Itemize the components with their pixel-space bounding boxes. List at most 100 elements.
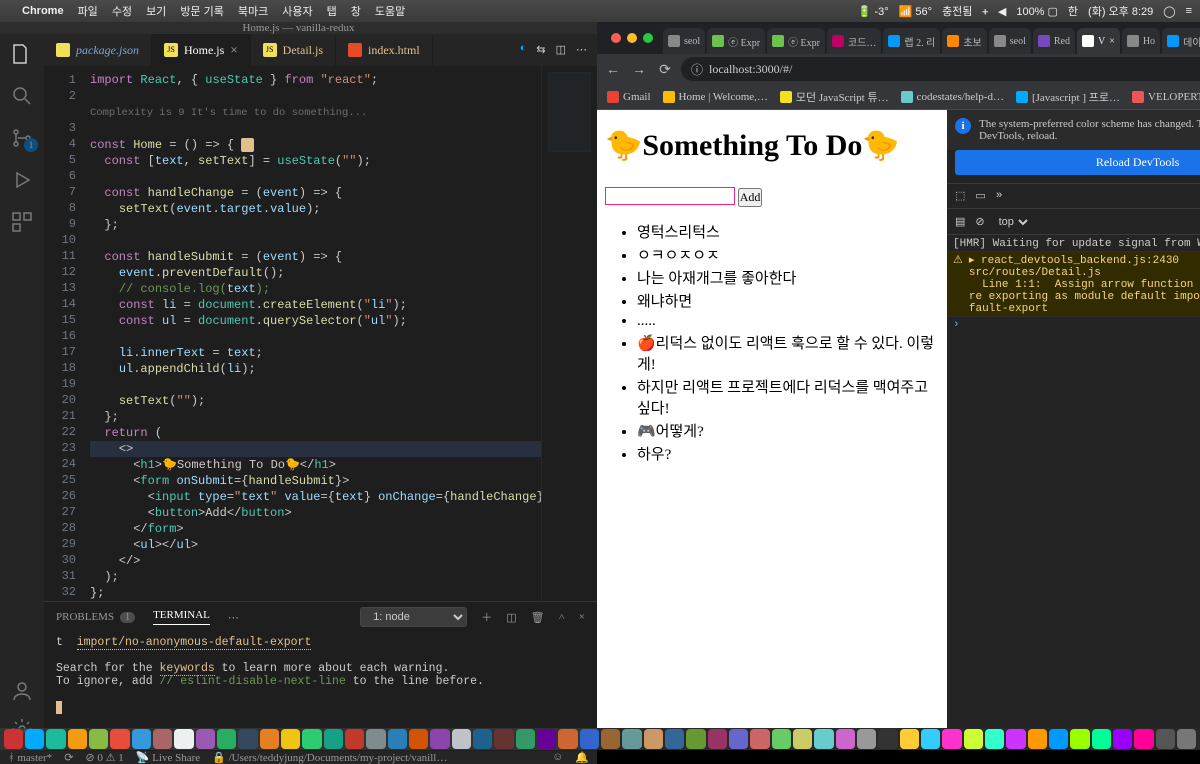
dock-app-icon[interactable] (900, 729, 919, 749)
trash-icon[interactable]: 🗑 (531, 611, 545, 624)
more-tabs-icon[interactable]: » (996, 190, 1003, 202)
tab-index-html[interactable]: index.html (336, 34, 433, 66)
problems-indicator[interactable]: ⊘ 0 ⚠ 1 (85, 751, 123, 764)
feedback-icon[interactable]: ☺ (552, 751, 563, 764)
dock-app-icon[interactable] (622, 729, 641, 749)
browser-tab[interactable]: seol (989, 28, 1031, 54)
dock-app-icon[interactable] (409, 729, 428, 749)
dock-app-icon[interactable] (1134, 729, 1153, 749)
dock-app-icon[interactable] (665, 729, 684, 749)
dock-app-icon[interactable] (1092, 729, 1111, 749)
close-icon[interactable]: × (579, 611, 585, 623)
tab-package-json[interactable]: package.json (44, 34, 152, 66)
dock-app-icon[interactable] (708, 729, 727, 749)
dock-app-icon[interactable] (921, 729, 940, 749)
reload-devtools-button[interactable]: Reload DevTools (955, 150, 1200, 175)
run-debug-icon[interactable] (10, 168, 34, 192)
address-bar[interactable]: ⓘ localhost:3000/#/ ☆ (681, 57, 1200, 81)
code-content[interactable]: import React, { useState } from "react";… (86, 66, 541, 601)
browser-tab[interactable]: Red (1033, 28, 1075, 54)
inspect-icon[interactable]: ⬚ (955, 189, 965, 203)
dock-app-icon[interactable] (174, 729, 193, 749)
git-branch[interactable]: ᚼ master* (8, 752, 52, 764)
dock-app-icon[interactable] (1070, 729, 1089, 749)
battery-indicator[interactable]: 100% ▢ (1016, 5, 1058, 18)
dock-app-icon[interactable] (601, 729, 620, 749)
bookmark-item[interactable]: Gmail (607, 91, 651, 103)
compare-icon[interactable]: ⇆ (536, 43, 545, 57)
close-window-icon[interactable] (611, 33, 621, 43)
menu-item[interactable]: 북마크 (238, 3, 268, 19)
dock-app-icon[interactable] (25, 729, 44, 749)
dock-app-icon[interactable] (772, 729, 791, 749)
forward-button[interactable]: → (629, 61, 649, 77)
menu-item[interactable]: 사용자 (282, 3, 312, 19)
dock-app-icon[interactable] (1113, 729, 1132, 749)
bookmark-item[interactable]: Home | Welcome,… (663, 91, 768, 103)
dock-app-icon[interactable] (537, 729, 556, 749)
dock-app-icon[interactable] (196, 729, 215, 749)
dock-app-icon[interactable] (281, 729, 300, 749)
more-icon[interactable]: ⋯ (228, 611, 239, 624)
todo-input[interactable] (605, 187, 735, 205)
problems-tab[interactable]: PROBLEMS1 (56, 611, 135, 623)
more-icon[interactable]: ⋯ (576, 43, 587, 57)
dock-app-icon[interactable] (366, 729, 385, 749)
dock-app-icon[interactable] (878, 729, 897, 749)
bell-icon[interactable]: 🔔 (575, 751, 589, 764)
menu-item[interactable]: 보기 (146, 3, 166, 19)
dock-app-icon[interactable] (516, 729, 535, 749)
chevron-up-icon[interactable]: ˄ (559, 611, 565, 623)
browser-tab[interactable]: ⓔ Expr (707, 28, 765, 54)
browser-tab[interactable]: seol (663, 28, 705, 54)
dock-app-icon[interactable] (68, 729, 87, 749)
dock-app-icon[interactable] (1049, 729, 1068, 749)
dock-app-icon[interactable] (260, 729, 279, 749)
console-prompt[interactable]: › (947, 317, 1200, 333)
dock-app-icon[interactable] (46, 729, 65, 749)
tab-detail-js[interactable]: JSDetail.js (251, 34, 336, 66)
console-output[interactable]: [HMR] Waiting for update signal from WDS… (947, 235, 1200, 728)
menu-item[interactable]: 방문 기록 (180, 3, 224, 19)
dock-app-icon[interactable] (793, 729, 812, 749)
toggle-icon[interactable]: ◐ (520, 43, 527, 57)
app-name[interactable]: Chrome (22, 5, 64, 17)
back-button[interactable]: ← (603, 61, 623, 77)
dock-app-icon[interactable] (750, 729, 769, 749)
dock-app-icon[interactable] (1177, 729, 1196, 749)
menu-item[interactable]: 도움말 (375, 3, 405, 19)
dock-app-icon[interactable] (345, 729, 364, 749)
account-icon[interactable] (10, 679, 34, 703)
dock-app-icon[interactable] (836, 729, 855, 749)
browser-tab[interactable]: Ho (1122, 28, 1160, 54)
dock-app-icon[interactable] (132, 729, 151, 749)
sync-icon[interactable]: ⟳ (64, 751, 73, 764)
dock-app-icon[interactable] (238, 729, 257, 749)
input-source[interactable]: 한 (1068, 3, 1078, 19)
search-icon[interactable] (10, 84, 34, 108)
zoom-window-icon[interactable] (643, 33, 653, 43)
dock-app-icon[interactable] (964, 729, 983, 749)
dock-app-icon[interactable] (580, 729, 599, 749)
dock-app-icon[interactable] (430, 729, 449, 749)
bookmark-item[interactable]: 모던 JavaScript 튜… (780, 89, 889, 105)
siri-icon[interactable]: ◯ (1163, 5, 1175, 18)
browser-tab[interactable]: 랩 2. 리 (883, 28, 940, 54)
dock-app-icon[interactable] (1156, 729, 1175, 749)
menu-item[interactable]: 수정 (112, 3, 132, 19)
explorer-icon[interactable] (10, 42, 34, 66)
terminal-select[interactable]: 1: node (360, 607, 467, 627)
dock-app-icon[interactable] (644, 729, 663, 749)
dock-app-icon[interactable] (729, 729, 748, 749)
dock-app-icon[interactable] (857, 729, 876, 749)
dock-app-icon[interactable] (324, 729, 343, 749)
reload-button[interactable]: ⟳ (655, 61, 675, 78)
browser-tab[interactable]: 데이 (1162, 28, 1200, 54)
browser-tab[interactable]: ⓔ Expr (767, 28, 825, 54)
new-terminal-icon[interactable]: ＋ (481, 609, 492, 625)
dock-app-icon[interactable] (942, 729, 961, 749)
dock-app-icon[interactable] (1006, 729, 1025, 749)
bluetooth-icon[interactable]: ᚐ (982, 5, 987, 18)
terminal-tab[interactable]: TERMINAL (153, 609, 210, 625)
dock-app-icon[interactable] (89, 729, 108, 749)
